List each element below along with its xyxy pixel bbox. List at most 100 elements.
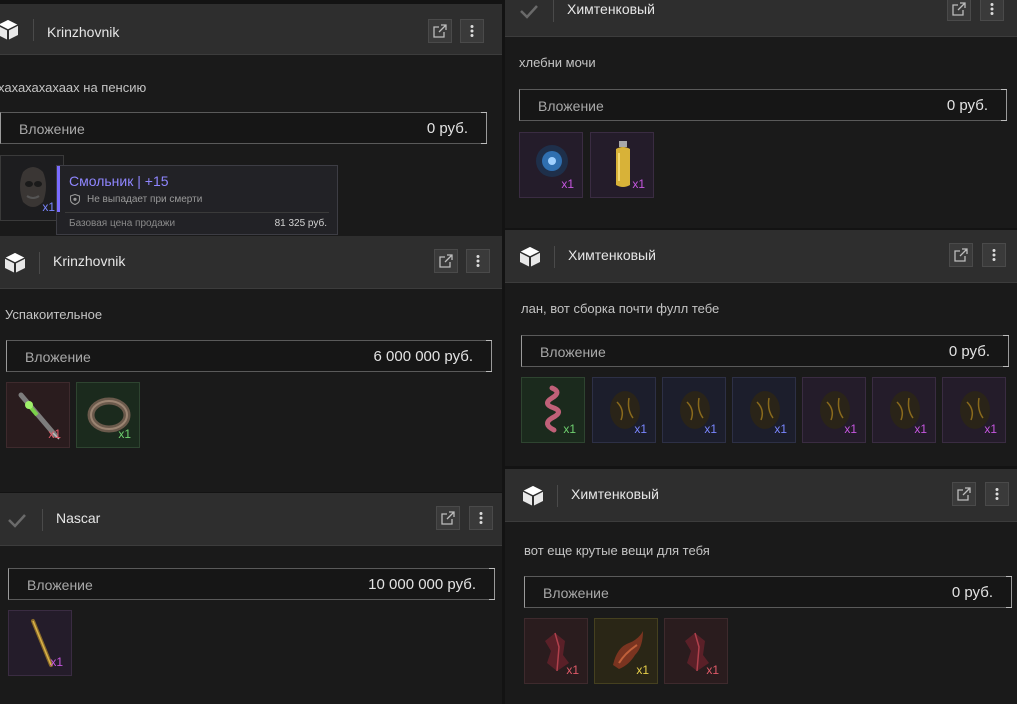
trade-card-header: Nascar	[0, 493, 502, 546]
external-link-icon	[954, 248, 968, 262]
kebab-menu-icon	[992, 249, 996, 261]
open-external-button[interactable]	[949, 243, 973, 267]
shield-icon	[70, 194, 80, 205]
item-slot[interactable]: x1	[662, 377, 726, 443]
investment-field: Вложение 0 руб.	[521, 335, 1009, 367]
investment-field: Вложение 6 000 000 руб.	[6, 340, 492, 372]
kebab-menu-icon	[470, 25, 474, 37]
more-options-button[interactable]	[985, 482, 1009, 506]
tooltip-no-drop-text: Не выпадает при смерти	[87, 194, 203, 205]
sender-name: Nascar	[56, 510, 101, 526]
trade-message: хлебни мочи	[519, 55, 596, 70]
header-divider	[42, 509, 43, 531]
trade-card: Химтенковый вот еще крутые вещи для тебя…	[505, 469, 1017, 704]
item-count: x1	[42, 200, 55, 214]
item-slot[interactable]: x1	[592, 377, 656, 443]
item-count: x1	[634, 422, 647, 436]
checkmark-icon	[518, 0, 542, 24]
trade-card: Krinzhovnik Успакоительное Вложение 6 00…	[0, 236, 502, 492]
more-options-button[interactable]	[469, 506, 493, 530]
open-external-button[interactable]	[434, 249, 458, 273]
header-divider	[554, 246, 555, 268]
investment-amount: 6 000 000 руб.	[373, 348, 474, 365]
external-link-icon	[439, 254, 453, 268]
item-count: x1	[563, 422, 576, 436]
external-link-icon	[952, 2, 966, 16]
investment-field: Вложение 0 руб.	[519, 89, 1007, 121]
package-icon	[0, 18, 20, 42]
sender-name: Химтенковый	[571, 486, 659, 502]
header-divider	[39, 252, 40, 274]
header-divider	[33, 19, 34, 41]
trade-card-header: Химтенковый	[505, 469, 1017, 522]
package-icon	[3, 251, 27, 275]
item-slot[interactable]: x1	[0, 155, 64, 221]
investment-label: Вложение	[19, 121, 85, 137]
investment-amount: 0 руб.	[948, 343, 990, 360]
item-slot[interactable]: x1	[942, 377, 1006, 443]
item-slot[interactable]: x1	[8, 610, 72, 676]
item-slot[interactable]: x1	[6, 382, 70, 448]
tooltip-item-title: Смольник | +15	[69, 173, 169, 189]
trade-card-header: Krinzhovnik	[0, 236, 502, 289]
package-icon	[518, 245, 542, 269]
investment-field: Вложение 0 руб.	[0, 112, 487, 144]
header-divider	[557, 485, 558, 507]
tooltip-price-label: Базовая цена продажи	[69, 218, 176, 229]
item-slot[interactable]: x1	[664, 618, 728, 684]
tooltip-price-value: 81 325 руб.	[274, 218, 327, 229]
sender-name: Krinzhovnik	[47, 24, 120, 40]
more-options-button[interactable]	[980, 0, 1004, 21]
more-options-button[interactable]	[982, 243, 1006, 267]
investment-amount: 0 руб.	[426, 120, 468, 137]
sender-name: Химтенковый	[567, 1, 655, 17]
item-count: x1	[704, 422, 717, 436]
open-external-button[interactable]	[436, 506, 460, 530]
item-count: x1	[984, 422, 997, 436]
item-count: x1	[844, 422, 857, 436]
trade-card-header: Krinzhovnik	[0, 4, 502, 55]
more-options-button[interactable]	[460, 19, 484, 43]
trade-message: лан, вот сборка почти фулл тебе	[521, 301, 720, 316]
package-icon	[521, 484, 545, 508]
item-count: x1	[632, 177, 645, 191]
more-options-button[interactable]	[466, 249, 490, 273]
investment-label: Вложение	[27, 577, 93, 593]
investment-amount: 0 руб.	[946, 97, 988, 114]
item-count: x1	[566, 663, 579, 677]
trade-message: вот еще крутые вещи для тебя	[524, 543, 710, 558]
trade-message: хахахахахаах на пенсию	[0, 80, 147, 95]
investment-label: Вложение	[540, 344, 606, 360]
kebab-menu-icon	[995, 488, 999, 500]
kebab-menu-icon	[476, 255, 480, 267]
kebab-menu-icon	[990, 3, 994, 15]
item-slot[interactable]: x1	[521, 377, 585, 443]
item-slot[interactable]: x1	[590, 132, 654, 198]
item-count: x1	[914, 422, 927, 436]
item-count: x1	[118, 427, 131, 441]
investment-field: Вложение 0 руб.	[524, 576, 1012, 608]
open-external-button[interactable]	[428, 19, 452, 43]
item-slot[interactable]: x1	[519, 132, 583, 198]
open-external-button[interactable]	[947, 0, 971, 21]
item-slot[interactable]: x1	[524, 618, 588, 684]
item-slot[interactable]: x1	[732, 377, 796, 443]
item-count: x1	[48, 427, 61, 441]
item-slot[interactable]: x1	[594, 618, 658, 684]
external-link-icon	[433, 24, 447, 38]
open-external-button[interactable]	[952, 482, 976, 506]
external-link-icon	[957, 487, 971, 501]
investment-amount: 10 000 000 руб.	[368, 576, 476, 593]
tooltip-divider	[65, 212, 329, 213]
tooltip-accent-bar	[57, 166, 60, 212]
trade-card: Химтенковый лан, вот сборка почти фулл т…	[505, 230, 1017, 466]
trade-card-header: Химтенковый	[505, 230, 1017, 283]
item-count: x1	[706, 663, 719, 677]
investment-label: Вложение	[538, 98, 604, 114]
header-divider	[553, 0, 554, 22]
investment-label: Вложение	[25, 349, 91, 365]
investment-field: Вложение 10 000 000 руб.	[8, 568, 495, 600]
item-slot[interactable]: x1	[802, 377, 866, 443]
item-slot[interactable]: x1	[76, 382, 140, 448]
item-slot[interactable]: x1	[872, 377, 936, 443]
